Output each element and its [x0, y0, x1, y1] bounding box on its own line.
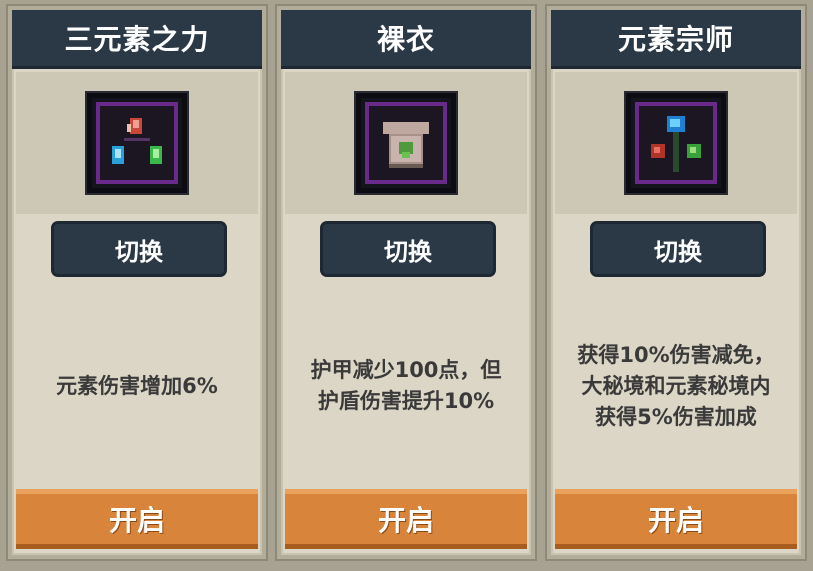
talent-card-bare-shirt: 裸衣 切换 护甲减少100点，但 护盾伤害提升10% 开启: [277, 6, 535, 559]
talent-card-three-elements: 三元素之力 切换 元素伤害增加6% 开启: [8, 6, 266, 559]
open-button[interactable]: 开启: [285, 489, 527, 549]
icon-panel: [285, 72, 527, 214]
icon-panel: [555, 72, 797, 214]
card-title: 裸衣: [281, 10, 531, 69]
description-line: 元素伤害增加6%: [56, 373, 218, 398]
open-button[interactable]: 开启: [16, 489, 258, 549]
bare-shirt-icon: [356, 93, 456, 193]
description-line: 护甲减少100点，但: [310, 358, 502, 382]
icon-panel: [16, 72, 258, 214]
element-master-icon: [626, 93, 726, 193]
card-title: 三元素之力: [12, 10, 262, 69]
card-title: 元素宗师: [551, 10, 801, 69]
description-line: 大秘境和元素秘境内: [581, 373, 771, 398]
talent-description: 元素伤害增加6%: [18, 306, 256, 466]
switch-button[interactable]: 切换: [593, 224, 763, 274]
talent-description: 护甲减少100点，但 护盾伤害提升10%: [287, 306, 525, 466]
switch-button[interactable]: 切换: [54, 224, 224, 274]
description-line: 获得5%伤害加成: [595, 404, 757, 429]
description-line: 获得10%伤害减免，: [577, 342, 775, 367]
talent-selection-panel: 三元素之力 切换 元素伤害增加6% 开启 裸衣 切换 护甲减少100点，但 护盾…: [0, 0, 813, 571]
talent-description: 获得10%伤害减免， 大秘境和元素秘境内 获得5%伤害加成: [557, 306, 795, 466]
switch-button[interactable]: 切换: [323, 224, 493, 274]
description-line: 护盾伤害提升10%: [317, 389, 495, 413]
talent-card-element-master: 元素宗师 切换 获得10%伤害减免， 大秘境和元素秘境内 获得5%伤害加成 开启: [547, 6, 805, 559]
three-elements-icon: [87, 93, 187, 193]
open-button[interactable]: 开启: [555, 489, 797, 549]
